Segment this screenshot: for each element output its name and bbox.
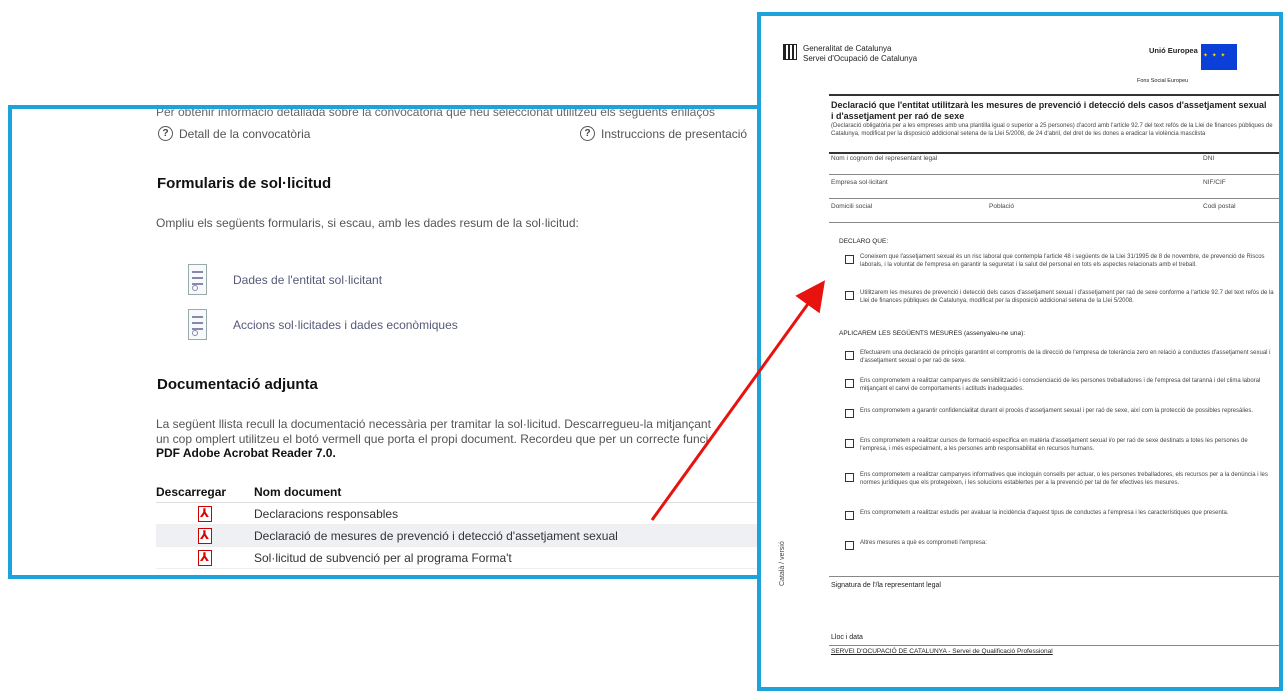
aplicarem-label: APLICAREM LES SEGÜENTS MESURES (assenyal… [839,330,1026,337]
org-service: Servei d'Ocupació de Catalunya [803,54,918,63]
checkbox[interactable] [845,541,854,550]
document-name: Sol·licitud de subvenció per al programa… [254,550,512,565]
instructions-link-label: Instruccions de presentació [601,126,748,141]
check-item[interactable]: Ens comprometem a realitzar cursos de fo… [845,438,1275,453]
divider [829,576,1279,577]
check-item[interactable]: Altres mesures a què es comprometi l'emp… [845,540,1275,550]
detail-link-label: Detall de la convocatòria [179,126,311,141]
check-text: Ens comprometem a realitzar estudis per … [860,510,1229,516]
docs-section-title: Documentació adjunta [157,376,318,393]
document-name: Declaracions responsables [254,506,399,521]
eu-fund: Fons Social Europeu [1137,78,1189,84]
docs-description-line1: La següent llista recull la documentació… [156,417,711,431]
check-text: Utilitzarem les mesures de prevenció i d… [860,290,1274,304]
table-row: Sol·licitud de subvenció per al programa… [156,547,764,569]
checkbox[interactable] [845,511,854,520]
documents-table: Descarregar Nom document Declaracions re… [156,481,764,569]
help-icon: ? [158,126,173,141]
checkbox[interactable] [845,255,854,264]
download-cell[interactable] [156,505,254,522]
web-page-screenshot: Per obtenir informació detallada sobre l… [8,105,768,579]
pdf-icon[interactable] [198,505,212,522]
download-cell[interactable] [156,527,254,544]
check-item[interactable]: Efectuarem una declaració de principis g… [845,350,1275,365]
check-text: Altres mesures a què es comprometi l'emp… [860,540,987,546]
field-label: Domicili social [831,203,873,210]
check-text: Coneixem que l'assetjament sexual és un … [860,254,1265,268]
reader-note: PDF Adobe Acrobat Reader 7.0. [156,446,336,460]
field-label: Població [989,203,1014,210]
divider [829,645,1279,646]
field-label: NIF/CIF [1203,179,1226,186]
declaration-subtitle: (Declaració obligatòria per a les empres… [831,123,1273,137]
declaro-label: DECLARO QUE: [839,238,889,245]
col-download-header: Descarregar [156,484,227,499]
table-header: Descarregar Nom document [156,481,764,503]
check-text: Ens comprometem a realitzar cursos de fo… [860,438,1248,452]
forms-description: Ompliu els següents formularis, si escau… [156,216,579,230]
generalitat-logo-icon [783,44,797,60]
field-label: Empresa sol·licitant [831,179,888,186]
checkbox[interactable] [845,379,854,388]
signature-label: Signatura de l'/la representant legal [831,582,941,589]
check-item[interactable]: Ens comprometem a realitzar campanyes de… [845,378,1275,393]
divider [829,94,1279,96]
check-text: Efectuarem una declaració de principis g… [860,350,1271,364]
field-label: DNI [1203,155,1215,162]
help-icon: ? [580,126,595,141]
footer-text: SERVEI D'OCUPACIÓ DE CATALUNYA - Servei … [831,648,1053,655]
pdf-icon[interactable] [198,549,212,566]
document-name: Declaració de mesures de prevenció i det… [254,528,618,543]
form-document-icon [188,309,207,340]
place-date-label: Lloc i data [831,634,863,641]
declaration-title: Declaració que l'entitat utilitzarà les … [831,100,1267,121]
field-legal-rep[interactable]: Nom i cognom del representant legal DNI [829,153,1279,175]
form-link-actions[interactable]: Accions sol·licitades i dades econòmique… [233,318,458,332]
instructions-link[interactable]: ? Instruccions de presentació [580,126,747,141]
forms-section-title: Formularis de sol·licitud [157,175,332,192]
form-document-icon [188,264,207,295]
table-row: Declaracions responsables [156,503,764,525]
check-text: Ens comprometem a realitzar campanyes in… [860,472,1268,486]
detail-link[interactable]: ? Detall de la convocatòria [158,126,310,141]
download-cell[interactable] [156,549,254,566]
form-link-entity[interactable]: Dades de l'entitat sol·licitant [233,273,382,287]
field-label: Nom i cognom del representant legal [831,155,938,162]
check-item[interactable]: Coneixem que l'assetjament sexual és un … [845,254,1275,269]
pdf-form-preview: Generalitat de Catalunya Servei d'Ocupac… [757,12,1283,691]
check-item[interactable]: Utilitzarem les mesures de prevenció i d… [845,290,1275,305]
pdf-icon[interactable] [198,527,212,544]
field-company[interactable]: Empresa sol·licitant NIF/CIF [829,177,1279,199]
table-row: Declaració de mesures de prevenció i det… [156,525,764,547]
check-text: Ens comprometem a realitzar campanyes de… [860,378,1261,392]
checkbox[interactable] [845,439,854,448]
check-item[interactable]: Ens comprometem a realitzar campanyes in… [845,472,1275,487]
org-name: Generalitat de Catalunya [803,44,892,53]
side-label: Català / versió [779,541,786,586]
docs-description-line2: un cop omplert utilitzeu el botó vermell… [156,432,709,446]
checkbox[interactable] [845,473,854,482]
checkbox[interactable] [845,409,854,418]
form-item[interactable]: Dades de l'entitat sol·licitant [188,264,382,295]
check-item[interactable]: Ens comprometem a garantir confidenciali… [845,408,1275,418]
eu-flag-icon [1201,44,1237,70]
form-item[interactable]: Accions sol·licitades i dades econòmique… [188,309,458,340]
check-item[interactable]: Ens comprometem a realitzar estudis per … [845,510,1275,520]
field-address[interactable]: Domicili social Població Codi postal [829,201,1279,223]
check-text: Ens comprometem a garantir confidenciali… [860,408,1254,414]
intro-text: Per obtenir informació detallada sobre l… [156,105,716,119]
checkbox[interactable] [845,351,854,360]
eu-title: Unió Europea [1149,46,1198,55]
col-name-header: Nom document [254,484,342,499]
checkbox[interactable] [845,291,854,300]
field-label: Codi postal [1203,203,1236,210]
